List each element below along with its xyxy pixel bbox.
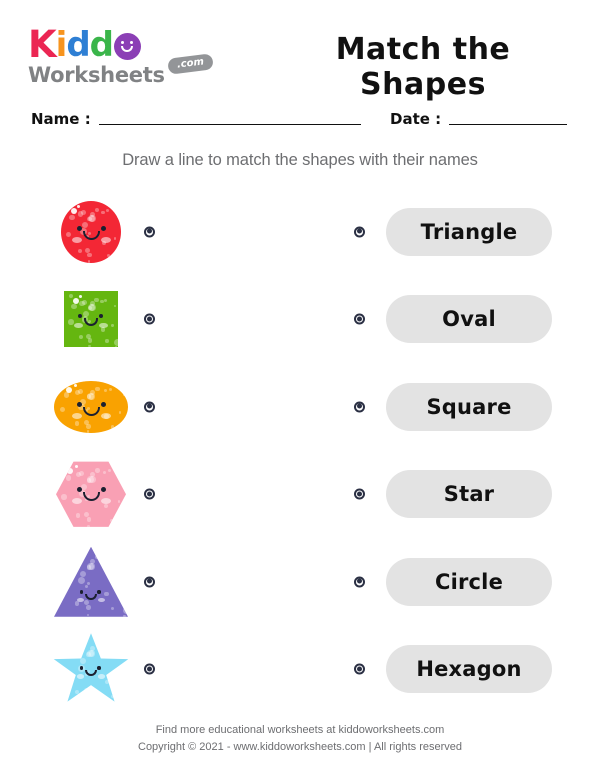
shape-oval: [54, 380, 128, 433]
shape-circle: [61, 200, 121, 263]
match-row: Oval: [0, 276, 600, 364]
match-row: Square: [0, 363, 600, 451]
match-row: Star: [0, 451, 600, 539]
shape-name-pill[interactable]: Oval: [386, 295, 552, 344]
logo-smiley-o-icon: [114, 33, 142, 60]
connector-dot-left[interactable]: [144, 576, 155, 588]
shape-name-pill[interactable]: Square: [386, 382, 552, 431]
shape-cell-triangle[interactable]: [52, 538, 130, 626]
logo-letter-k: K: [28, 23, 57, 66]
connector-dot-right[interactable]: [354, 313, 365, 325]
connector-dot-right[interactable]: [354, 663, 365, 675]
shape-name-label: Triangle: [420, 219, 518, 244]
page-title: Match the Shapes: [335, 32, 511, 102]
footer-line-1: Find more educational worksheets at kidd…: [155, 724, 445, 736]
shape-name-pill[interactable]: Triangle: [386, 207, 552, 256]
worksheet-page: K i d d Worksheets .com Match the Shapes…: [0, 0, 600, 770]
connector-dot-right[interactable]: [354, 226, 365, 238]
shape-name-pill[interactable]: Circle: [386, 557, 552, 606]
brand-logo: K i d d Worksheets .com: [28, 26, 228, 90]
name-date-row: Name : Date :: [0, 110, 600, 136]
shape-star: [53, 633, 129, 702]
footer-line-2: Copyright © 2021 - www.kiddoworksheets.c…: [138, 741, 462, 753]
connector-dot-left[interactable]: [144, 488, 155, 500]
match-row: Hexagon: [0, 626, 600, 714]
shape-name-label: Oval: [442, 307, 496, 332]
footer: Find more educational worksheets at kidd…: [0, 722, 600, 756]
shape-name-label: Square: [426, 394, 512, 419]
shape-hexagon: [56, 461, 126, 527]
shape-cell-hexagon[interactable]: [52, 451, 130, 539]
connector-dot-right[interactable]: [354, 488, 365, 500]
connector-dot-left[interactable]: [144, 663, 155, 675]
shape-triangle: [54, 546, 128, 617]
shape-name-label: Hexagon: [416, 657, 522, 682]
logo-letter-i: i: [55, 25, 68, 65]
shape-name-pill[interactable]: Hexagon: [386, 645, 552, 694]
match-row: Circle: [0, 538, 600, 626]
shape-cell-oval[interactable]: [52, 363, 130, 451]
connector-dot-left[interactable]: [144, 226, 155, 238]
instruction-text: Draw a line to match the shapes with the…: [122, 151, 478, 169]
logo-letter-d1: d: [66, 25, 90, 65]
connector-dot-right[interactable]: [354, 576, 365, 588]
header: K i d d Worksheets .com Match the Shapes: [0, 22, 600, 102]
match-rows: Triangle Oval Square Star Circle Hexagon: [0, 188, 600, 702]
shape-name-label: Star: [443, 482, 495, 507]
date-input-line[interactable]: [449, 124, 568, 125]
name-label: Name :: [31, 110, 91, 128]
connector-dot-left[interactable]: [144, 313, 155, 325]
shape-square: [64, 291, 118, 348]
shape-name-pill[interactable]: Star: [386, 470, 552, 519]
shape-cell-square[interactable]: [52, 276, 130, 364]
shape-cell-circle[interactable]: [52, 188, 130, 276]
shape-cell-star[interactable]: [52, 626, 130, 714]
name-field-group: Name :: [31, 110, 361, 128]
connector-dot-right[interactable]: [354, 401, 365, 413]
connector-dot-left[interactable]: [144, 401, 155, 413]
logo-letter-d2: d: [89, 25, 114, 65]
match-row: Triangle: [0, 188, 600, 276]
date-label: Date :: [390, 110, 442, 128]
date-field-group: Date :: [390, 110, 568, 128]
shape-name-label: Circle: [434, 569, 504, 594]
name-input-line[interactable]: [98, 124, 361, 125]
